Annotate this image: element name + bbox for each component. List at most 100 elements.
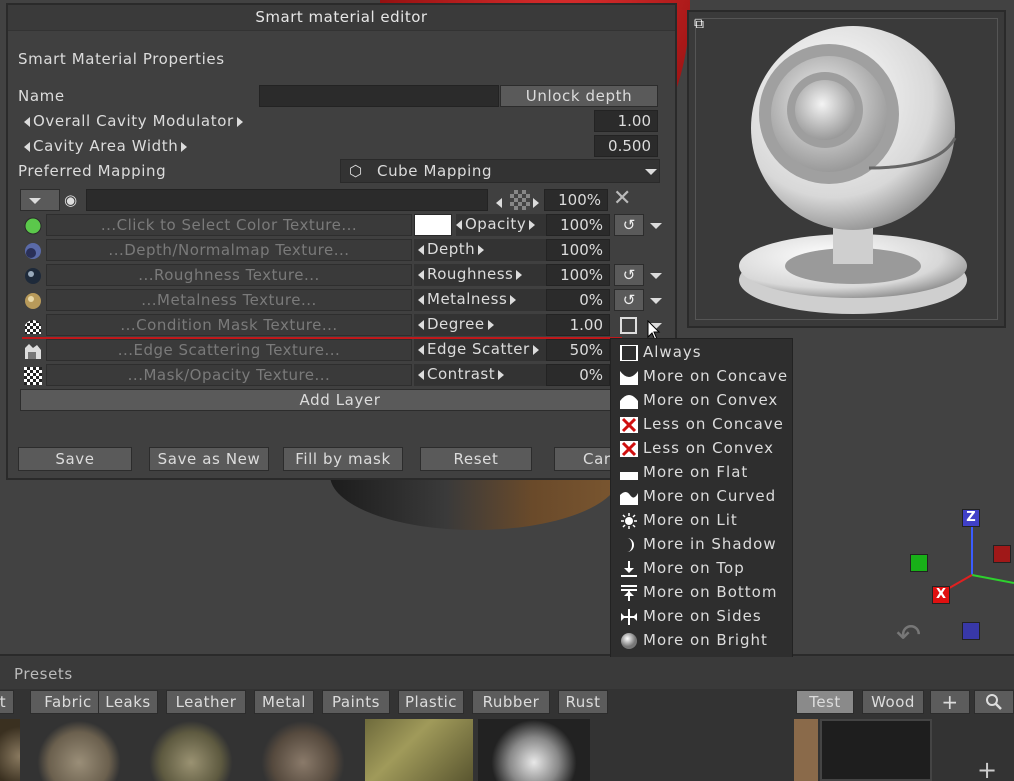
x-axis-handle[interactable]: X <box>932 586 950 604</box>
save-button[interactable]: Save <box>18 447 132 471</box>
param-label[interactable]: Contrast <box>414 364 546 386</box>
reset-param-icon[interactable]: ↺ <box>614 214 644 236</box>
chevron-down-icon[interactable] <box>650 223 662 229</box>
detach-icon[interactable]: ⧉ <box>694 17 708 31</box>
cavity-modulator-label[interactable]: Overall Cavity Modulator <box>24 112 243 130</box>
undo-icon[interactable]: ↶ <box>896 618 921 653</box>
param-label[interactable]: Roughness <box>414 264 546 286</box>
add-layer-button[interactable]: Add Layer <box>20 389 660 411</box>
increase-arrow-icon[interactable] <box>236 116 243 127</box>
fill-by-mask-button[interactable]: Fill by mask <box>283 447 403 471</box>
decrease-arrow-icon[interactable] <box>418 319 424 330</box>
texture-slot[interactable]: ...Click to Select Color Texture... <box>46 214 412 236</box>
reset-button[interactable]: Reset <box>420 447 532 471</box>
opacity-decrease-icon[interactable] <box>496 193 505 211</box>
increase-arrow-icon[interactable] <box>529 219 536 230</box>
name-input[interactable] <box>259 85 499 107</box>
y-axis-handle[interactable] <box>910 554 928 572</box>
texture-slot[interactable]: ...Roughness Texture... <box>46 264 412 286</box>
search-icon[interactable] <box>974 690 1014 714</box>
chevron-down-icon[interactable] <box>650 298 662 304</box>
param-label[interactable]: Opacity <box>456 214 546 236</box>
decrease-arrow-icon[interactable] <box>456 219 462 230</box>
close-icon[interactable]: ✕ <box>613 187 631 211</box>
preset-tab[interactable]: Rust <box>558 690 608 714</box>
layer-name-field[interactable] <box>86 189 488 211</box>
decrease-arrow-icon[interactable] <box>418 269 424 280</box>
empty-square-icon[interactable] <box>620 317 637 334</box>
decrease-arrow-icon[interactable] <box>418 344 424 355</box>
dropdown-option[interactable]: Always <box>611 341 792 365</box>
eye-icon[interactable]: ◉ <box>64 191 77 209</box>
dropdown-option[interactable]: More on Convex <box>611 389 792 413</box>
param-label[interactable]: Degree <box>414 314 546 336</box>
preset-tab[interactable]: Leather <box>166 690 246 714</box>
dropdown-option[interactable]: More on Lit <box>611 509 792 533</box>
preset-tab[interactable]: Leaks <box>98 690 158 714</box>
texture-slot[interactable]: ...Depth/Normalmap Texture... <box>46 239 412 261</box>
layer-opacity-value[interactable]: 100% <box>544 189 608 211</box>
preset-thumb[interactable] <box>28 719 130 781</box>
cavity-modulator-value[interactable]: 1.00 <box>594 110 658 132</box>
preset-tab[interactable]: Rubber <box>472 690 550 714</box>
preset-tab[interactable]: Test <box>796 690 854 714</box>
dropdown-option[interactable]: More on Concave <box>611 365 792 389</box>
dropdown-option[interactable]: More on Curved <box>611 485 792 509</box>
dropdown-option[interactable]: More on Bottom <box>611 581 792 605</box>
save-as-new-button[interactable]: Save as New <box>149 447 269 471</box>
increase-arrow-icon[interactable] <box>478 244 485 255</box>
preset-tab[interactable]: Wood <box>862 690 924 714</box>
reset-param-icon[interactable]: ↺ <box>614 264 644 286</box>
chevron-down-icon[interactable] <box>650 273 662 279</box>
opacity-increase-icon[interactable] <box>530 193 539 211</box>
neg-z-axis-handle[interactable] <box>962 622 980 640</box>
add-preset-icon[interactable]: + <box>977 758 997 781</box>
increase-arrow-icon[interactable] <box>532 344 539 355</box>
decrease-arrow-icon[interactable] <box>418 294 424 305</box>
dropdown-option[interactable]: Less on Convex <box>611 437 792 461</box>
preset-thumb[interactable] <box>794 719 818 781</box>
mapping-select[interactable]: ⬡ Cube Mapping <box>340 159 660 183</box>
preset-thumb[interactable] <box>478 719 590 781</box>
unlock-depth-button[interactable]: Unlock depth <box>500 85 658 107</box>
preset-thumb[interactable] <box>140 719 242 781</box>
preset-tab[interactable]: t <box>0 690 14 714</box>
param-value[interactable]: 100% <box>546 264 610 286</box>
decrease-arrow-icon[interactable] <box>24 116 30 127</box>
texture-slot[interactable]: ...Mask/Opacity Texture... <box>46 364 412 386</box>
dropdown-option[interactable]: More on Top <box>611 557 792 581</box>
param-label[interactable]: Metalness <box>414 289 546 311</box>
decrease-arrow-icon[interactable] <box>24 141 30 152</box>
texture-slot[interactable]: ...Metalness Texture... <box>46 289 412 311</box>
param-value[interactable]: 1.00 <box>546 314 610 336</box>
reset-param-icon[interactable]: ↺ <box>614 289 644 311</box>
texture-slot[interactable]: ...Edge Scattering Texture... <box>46 339 412 361</box>
dropdown-option[interactable]: More in Shadow <box>611 533 792 557</box>
param-value[interactable]: 0% <box>546 289 610 311</box>
color-swatch[interactable] <box>414 214 452 236</box>
dropdown-option[interactable]: Less on Concave <box>611 413 792 437</box>
preset-thumb[interactable] <box>0 719 20 781</box>
cavity-width-label[interactable]: Cavity Area Width <box>24 137 188 155</box>
param-label[interactable]: Edge Scatter <box>414 339 546 361</box>
preset-tab[interactable]: Fabric <box>30 690 106 714</box>
decrease-arrow-icon[interactable] <box>418 369 424 380</box>
preset-tab[interactable]: Paints <box>322 690 390 714</box>
preset-thumb[interactable] <box>365 719 473 781</box>
dropdown-option[interactable]: More on Sides <box>611 605 792 629</box>
cavity-width-value[interactable]: 0.500 <box>594 135 658 157</box>
increase-arrow-icon[interactable] <box>510 294 517 305</box>
cancel-button[interactable]: Car <box>554 447 614 471</box>
param-value[interactable]: 100% <box>546 239 610 261</box>
dialog-title[interactable]: Smart material editor <box>8 5 675 31</box>
neg-x-axis-handle[interactable] <box>993 545 1011 563</box>
preset-thumb-empty[interactable] <box>820 719 932 781</box>
z-axis-handle[interactable]: Z <box>962 509 980 527</box>
texture-slot[interactable]: ...Condition Mask Texture... <box>46 314 412 336</box>
param-label[interactable]: Depth <box>414 239 546 261</box>
increase-arrow-icon[interactable] <box>487 319 494 330</box>
preset-tab[interactable]: Plastic <box>398 690 464 714</box>
param-value[interactable]: 50% <box>546 339 610 361</box>
param-value[interactable]: 0% <box>546 364 610 386</box>
layer-menu-button[interactable] <box>20 189 60 211</box>
